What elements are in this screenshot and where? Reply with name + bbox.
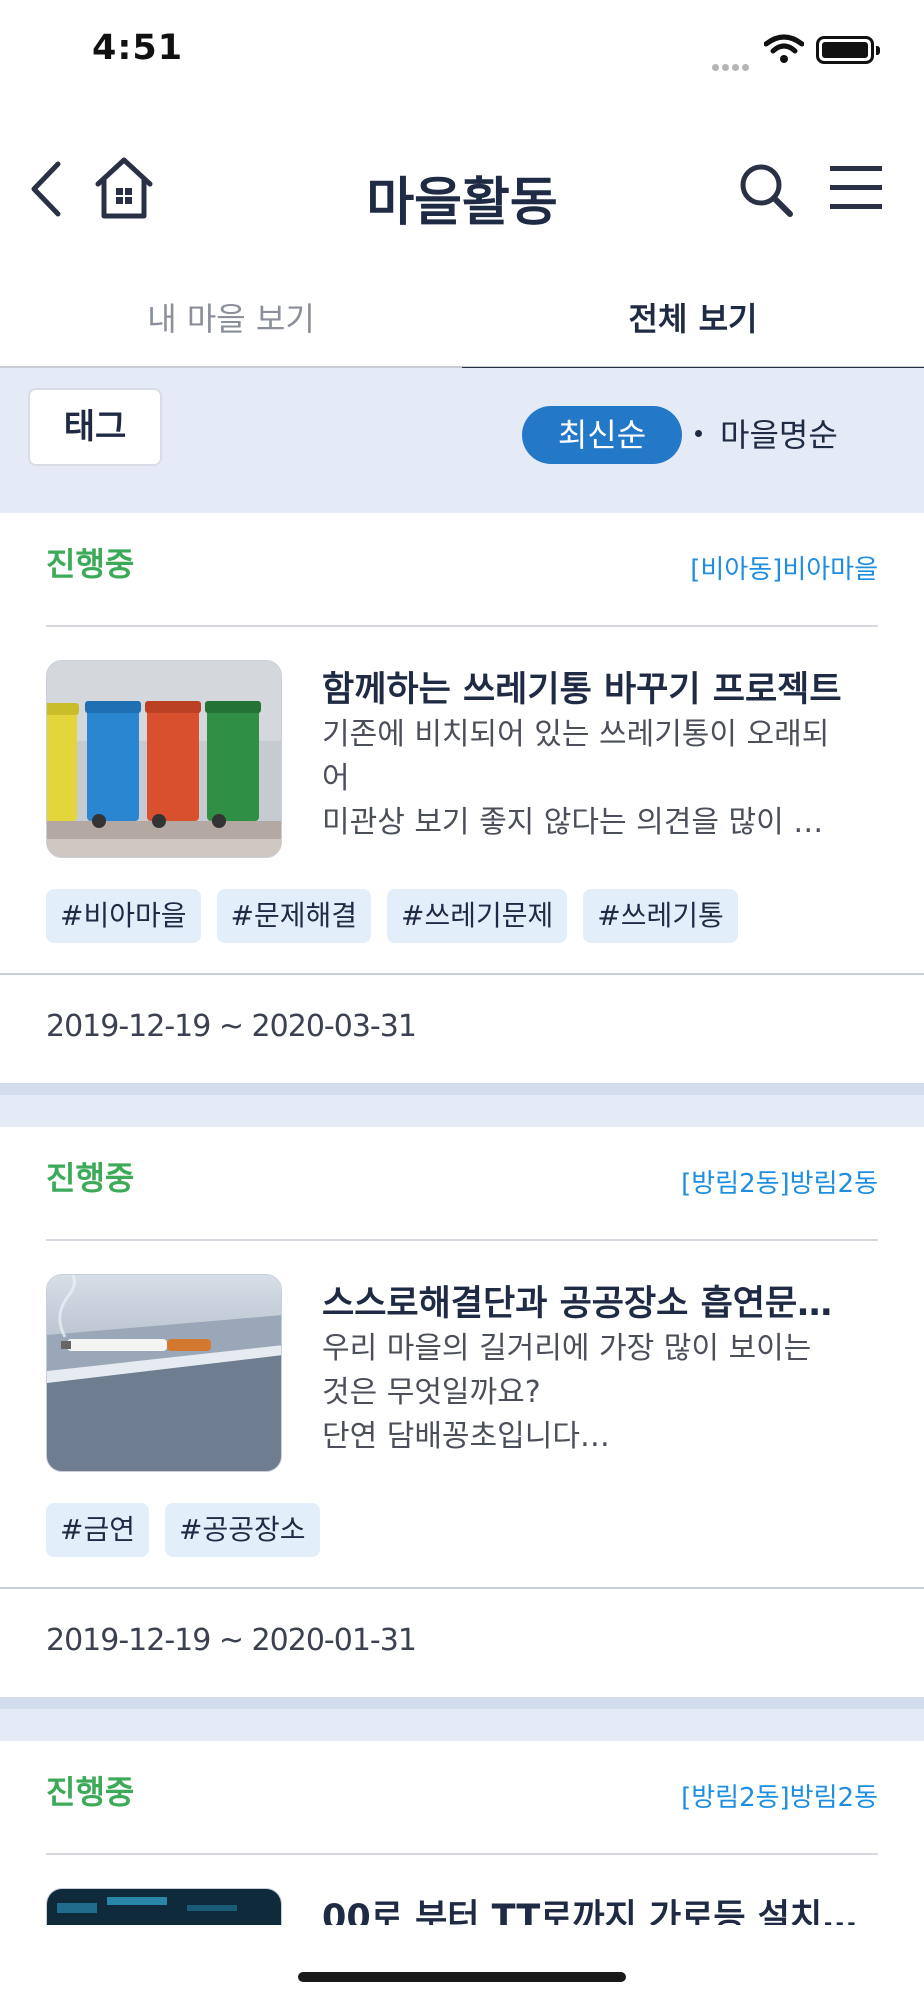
app-header: 마을활동 <box>0 130 924 250</box>
card-rule <box>46 625 878 627</box>
card-divider <box>0 1587 924 1589</box>
card-separator <box>0 1083 924 1127</box>
period-label: 2019-12-19 ~ 2020-01-31 <box>46 1623 417 1658</box>
card-description: 우리 마을의 길거리에 가장 많이 보이는 것은 무엇일까요? 단연 담배꽁초입… <box>322 1327 880 1459</box>
activity-card[interactable]: 진행중 [비아동]비아마을 함께하는 쓰레기통 바꾸기 프로젝트 기존에 비치되… <box>0 513 924 1083</box>
card-separator <box>0 1697 924 1741</box>
tag-chip[interactable]: #비아마을 <box>46 889 201 943</box>
signal-icon <box>712 56 754 71</box>
card-title: 함께하는 쓰레기통 바꾸기 프로젝트 <box>322 670 842 710</box>
tab-all[interactable]: 전체 보기 <box>462 270 924 370</box>
sort-village-button[interactable]: 마을명순 <box>720 406 838 464</box>
wifi-icon <box>764 34 804 63</box>
sort-separator-dot <box>695 430 702 437</box>
card-description: 기존에 비치되어 있는 쓰레기통이 오래되 어 미관상 보기 좋지 않다는 의견… <box>322 713 880 845</box>
desc-line: 미관상 보기 좋지 않다는 의견을 많이 … <box>322 805 824 840</box>
tag-chip[interactable]: #쓰레기문제 <box>387 889 568 943</box>
menu-icon[interactable] <box>828 162 884 214</box>
village-label: [비아동]비아마을 <box>690 555 878 585</box>
period-label: 2019-12-19 ~ 2020-03-31 <box>46 1009 417 1044</box>
home-indicator[interactable] <box>298 1972 626 1982</box>
tag-chip[interactable]: #쓰레기통 <box>583 889 738 943</box>
village-label: [방림2동]방림2동 <box>681 1169 878 1199</box>
card-rule <box>46 1239 878 1241</box>
status-time: 4:51 <box>92 28 184 68</box>
status-label: 진행중 <box>46 1773 135 1811</box>
sort-latest-button[interactable]: 최신순 <box>522 406 682 464</box>
activity-card[interactable]: 진행중 [방림2동]방림2동 스스로해결단과 공공장소 흡연문… 우리 마을의 … <box>0 1127 924 1697</box>
search-icon[interactable] <box>736 160 796 220</box>
desc-line: 우리 마을의 길거리에 가장 많이 보이는 <box>322 1331 812 1366</box>
filter-bar: 태그 최신순 마을명순 <box>0 368 924 513</box>
tab-bar: 내 마을 보기 전체 보기 <box>0 270 924 370</box>
tag-list: #비아마을 #문제해결 #쓰레기문제 #쓰레기통 <box>46 889 754 943</box>
status-bar: 4:51 <box>0 0 924 110</box>
tag-chip[interactable]: #문제해결 <box>216 889 372 943</box>
status-label: 진행중 <box>46 545 135 583</box>
cigarette-thumbnail <box>46 1274 282 1472</box>
battery-icon <box>816 36 880 64</box>
desc-line: 기존에 비치되어 있는 쓰레기통이 오래되 <box>322 717 830 752</box>
card-rule <box>46 1853 878 1855</box>
tag-list: #금연 #공공장소 <box>46 1503 336 1557</box>
tag-filter-button[interactable]: 태그 <box>28 388 162 466</box>
tag-chip[interactable]: #금연 <box>46 1503 149 1557</box>
card-divider <box>0 973 924 975</box>
desc-line: 단연 담배꽁초입니다… <box>322 1419 610 1454</box>
desc-line: 것은 무엇일까요? <box>322 1375 541 1410</box>
tab-my-village[interactable]: 내 마을 보기 <box>0 270 462 368</box>
trash-bins-thumbnail <box>46 660 282 858</box>
village-label: [방림2동]방림2동 <box>681 1783 878 1813</box>
bottom-safe-area <box>0 1925 924 2000</box>
tag-chip[interactable]: #공공장소 <box>164 1503 320 1557</box>
desc-line: 어 <box>322 761 350 796</box>
status-label: 진행중 <box>46 1159 135 1197</box>
card-title: 스스로해결단과 공공장소 흡연문… <box>322 1284 833 1324</box>
